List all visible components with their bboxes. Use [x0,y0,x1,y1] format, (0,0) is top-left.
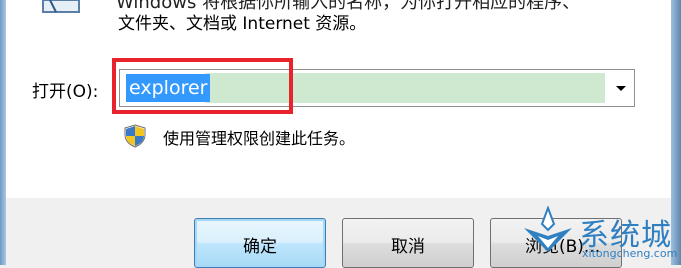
run-icon [42,0,80,13]
window-frame-right [671,0,681,265]
run-dialog-content: Windows 将根据你所输入的名称，为你打开相应的程序、 文件夹、文档或 In… [6,0,671,198]
chevron-down-icon[interactable] [608,70,634,106]
cancel-button[interactable]: 取消 [342,218,474,268]
shield-icon [124,124,146,148]
watermark-url: xitongcheng.com [582,247,678,260]
watermark-logo-icon [524,206,572,252]
dialog-description-line2: 文件夹、文档或 Internet 资源。 [118,14,367,34]
open-label: 打开(O): [32,82,99,102]
admin-task-note: 使用管理权限创建此任务。 [163,129,356,148]
annotation-highlight-box [112,58,293,114]
ok-button[interactable]: 确定 [194,218,326,268]
